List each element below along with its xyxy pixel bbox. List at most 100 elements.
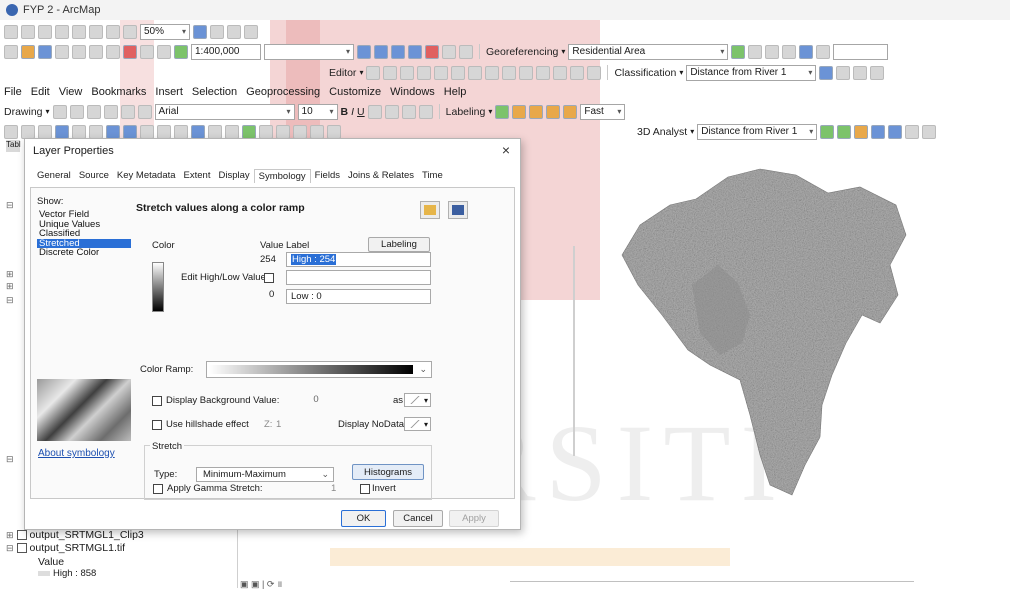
- tool-icon[interactable]: [21, 24, 35, 39]
- fixed-zoom-in-icon[interactable]: [72, 124, 86, 139]
- menu-customize[interactable]: Customize: [329, 86, 381, 98]
- collapse-icon[interactable]: ⊟: [6, 200, 14, 211]
- training-sample-icon[interactable]: [819, 65, 834, 80]
- font-size-combo[interactable]: 10 ▾: [297, 103, 338, 120]
- color-ramp-dropdown[interactable]: ⌄: [206, 361, 432, 378]
- classification-menu[interactable]: Classification: [614, 67, 676, 79]
- tool-icon[interactable]: [4, 24, 18, 39]
- python-icon[interactable]: [442, 44, 456, 59]
- gamma-value-field[interactable]: 1: [331, 483, 336, 494]
- marker-color-icon[interactable]: [418, 104, 433, 119]
- edit-tool-icon[interactable]: [587, 65, 602, 80]
- font-color-icon[interactable]: [367, 104, 382, 119]
- background-color-picker[interactable]: ▾: [404, 393, 431, 407]
- search-window-icon[interactable]: [408, 44, 422, 59]
- interpolate-line-icon[interactable]: [871, 124, 886, 139]
- gamma-stretch-checkbox[interactable]: [153, 484, 163, 494]
- expand-icon[interactable]: ⊞: [6, 530, 14, 541]
- menu-edit[interactable]: Edit: [31, 86, 50, 98]
- italic-button[interactable]: I: [351, 106, 354, 118]
- tool-icon[interactable]: [72, 24, 86, 39]
- edit-high-low-checkbox[interactable]: [264, 273, 274, 283]
- ok-button[interactable]: OK: [341, 510, 386, 527]
- tab-time[interactable]: Time: [418, 169, 447, 183]
- georeferencing-menu[interactable]: Georeferencing: [486, 46, 558, 58]
- label-tool-icon[interactable]: [512, 104, 527, 119]
- classification-tool-icon[interactable]: [870, 65, 885, 80]
- close-icon[interactable]: ×: [502, 142, 510, 158]
- label-manager-icon[interactable]: [495, 104, 510, 119]
- add-control-points-icon[interactable]: [782, 44, 797, 59]
- select-elements-icon[interactable]: [174, 124, 188, 139]
- about-symbology-link[interactable]: About symbology: [38, 448, 115, 459]
- zoom-out-icon[interactable]: [21, 124, 35, 139]
- new-text-icon[interactable]: [120, 104, 135, 119]
- editor-menu[interactable]: Editor: [329, 67, 356, 79]
- rectangle-icon[interactable]: [103, 104, 118, 119]
- edit-tool-icon[interactable]: [536, 65, 551, 80]
- tool-icon[interactable]: [210, 24, 224, 39]
- zoom-whole-page-icon[interactable]: [86, 104, 101, 119]
- underline-button[interactable]: U: [357, 106, 365, 118]
- invert-checkbox[interactable]: [360, 484, 370, 494]
- expand-icon[interactable]: ⊞: [6, 269, 14, 280]
- tab-joins-relates[interactable]: Joins & Relates: [344, 169, 418, 183]
- z-value-field[interactable]: 1: [276, 419, 281, 430]
- tab-source[interactable]: Source: [75, 169, 113, 183]
- 3d-analyst-layer-combo[interactable]: Distance from River 1 ▾: [697, 123, 818, 140]
- toc-layer-clip3[interactable]: ⊞ output_SRTMGL1_Clip3: [6, 529, 144, 541]
- map-hillshade[interactable]: [600, 165, 920, 505]
- fixed-zoom-out-icon[interactable]: [89, 124, 103, 139]
- layout-view-icons[interactable]: ▣ ▣ | ⟳ ॥: [240, 577, 282, 590]
- arctoolbox-icon[interactable]: [425, 44, 439, 59]
- rotate-icon[interactable]: [748, 44, 763, 59]
- tool-icon[interactable]: [123, 24, 137, 39]
- scrollbar[interactable]: [573, 246, 575, 456]
- zoom-in-icon[interactable]: [4, 124, 18, 139]
- edit-tool-icon[interactable]: [468, 65, 483, 80]
- fill-color-icon[interactable]: [384, 104, 399, 119]
- clear-selection-icon[interactable]: [157, 124, 171, 139]
- editor-toolbar-icon[interactable]: [357, 44, 371, 59]
- toc-layer-srtm[interactable]: ⊟ output_SRTMGL1.tif: [6, 542, 125, 554]
- new-document-icon[interactable]: [4, 44, 18, 59]
- expand-icon[interactable]: ⊞: [6, 281, 14, 292]
- layout-icon[interactable]: [193, 24, 207, 39]
- menu-geoprocessing[interactable]: Geoprocessing: [246, 86, 320, 98]
- edit-tool-icon[interactable]: [519, 65, 534, 80]
- labeling-menu[interactable]: Labeling: [446, 106, 486, 118]
- identify-icon[interactable]: [191, 124, 205, 139]
- display-background-checkbox[interactable]: [152, 396, 162, 406]
- label-quality-combo[interactable]: Fast ▾: [580, 103, 626, 120]
- label-tool-icon[interactable]: [563, 104, 578, 119]
- drawing-menu[interactable]: Drawing: [4, 106, 43, 118]
- fit-to-display-icon[interactable]: [731, 44, 746, 59]
- stretch-type-dropdown[interactable]: Minimum-Maximum ⌄: [196, 467, 334, 482]
- layer-visibility-checkbox[interactable]: [16, 530, 27, 540]
- edit-tool-icon[interactable]: [485, 65, 500, 80]
- paste-icon[interactable]: [106, 44, 120, 59]
- tool-icon[interactable]: [227, 24, 241, 39]
- undo-icon[interactable]: [140, 44, 154, 59]
- open-folder-icon[interactable]: [21, 44, 35, 59]
- steepest-path-icon[interactable]: [837, 124, 852, 139]
- mid-label-field[interactable]: [286, 270, 431, 285]
- 3d-analyst-menu[interactable]: 3D Analyst: [637, 126, 687, 138]
- print-icon[interactable]: [55, 44, 69, 59]
- create-viewer-icon[interactable]: [327, 124, 341, 139]
- collapse-icon[interactable]: ⊟: [6, 543, 14, 554]
- classification-tool-icon[interactable]: [853, 65, 868, 80]
- tool-icon[interactable]: [55, 24, 69, 39]
- find-route-icon[interactable]: [276, 124, 290, 139]
- collapse-icon[interactable]: ⊟: [6, 454, 14, 465]
- edit-tool-icon[interactable]: [451, 65, 466, 80]
- renderer-discrete-color[interactable]: Discrete Color: [37, 248, 131, 258]
- profile-graph-icon[interactable]: [888, 124, 903, 139]
- tab-display[interactable]: Display: [214, 169, 253, 183]
- map-scale-combo[interactable]: 1:400,000: [191, 43, 261, 60]
- go-to-xy-icon[interactable]: [293, 124, 307, 139]
- toc-icon[interactable]: [374, 44, 388, 59]
- layer-visibility-checkbox[interactable]: [16, 543, 27, 553]
- high-label-field[interactable]: High : 254: [286, 252, 431, 267]
- edit-tool-icon[interactable]: [434, 65, 449, 80]
